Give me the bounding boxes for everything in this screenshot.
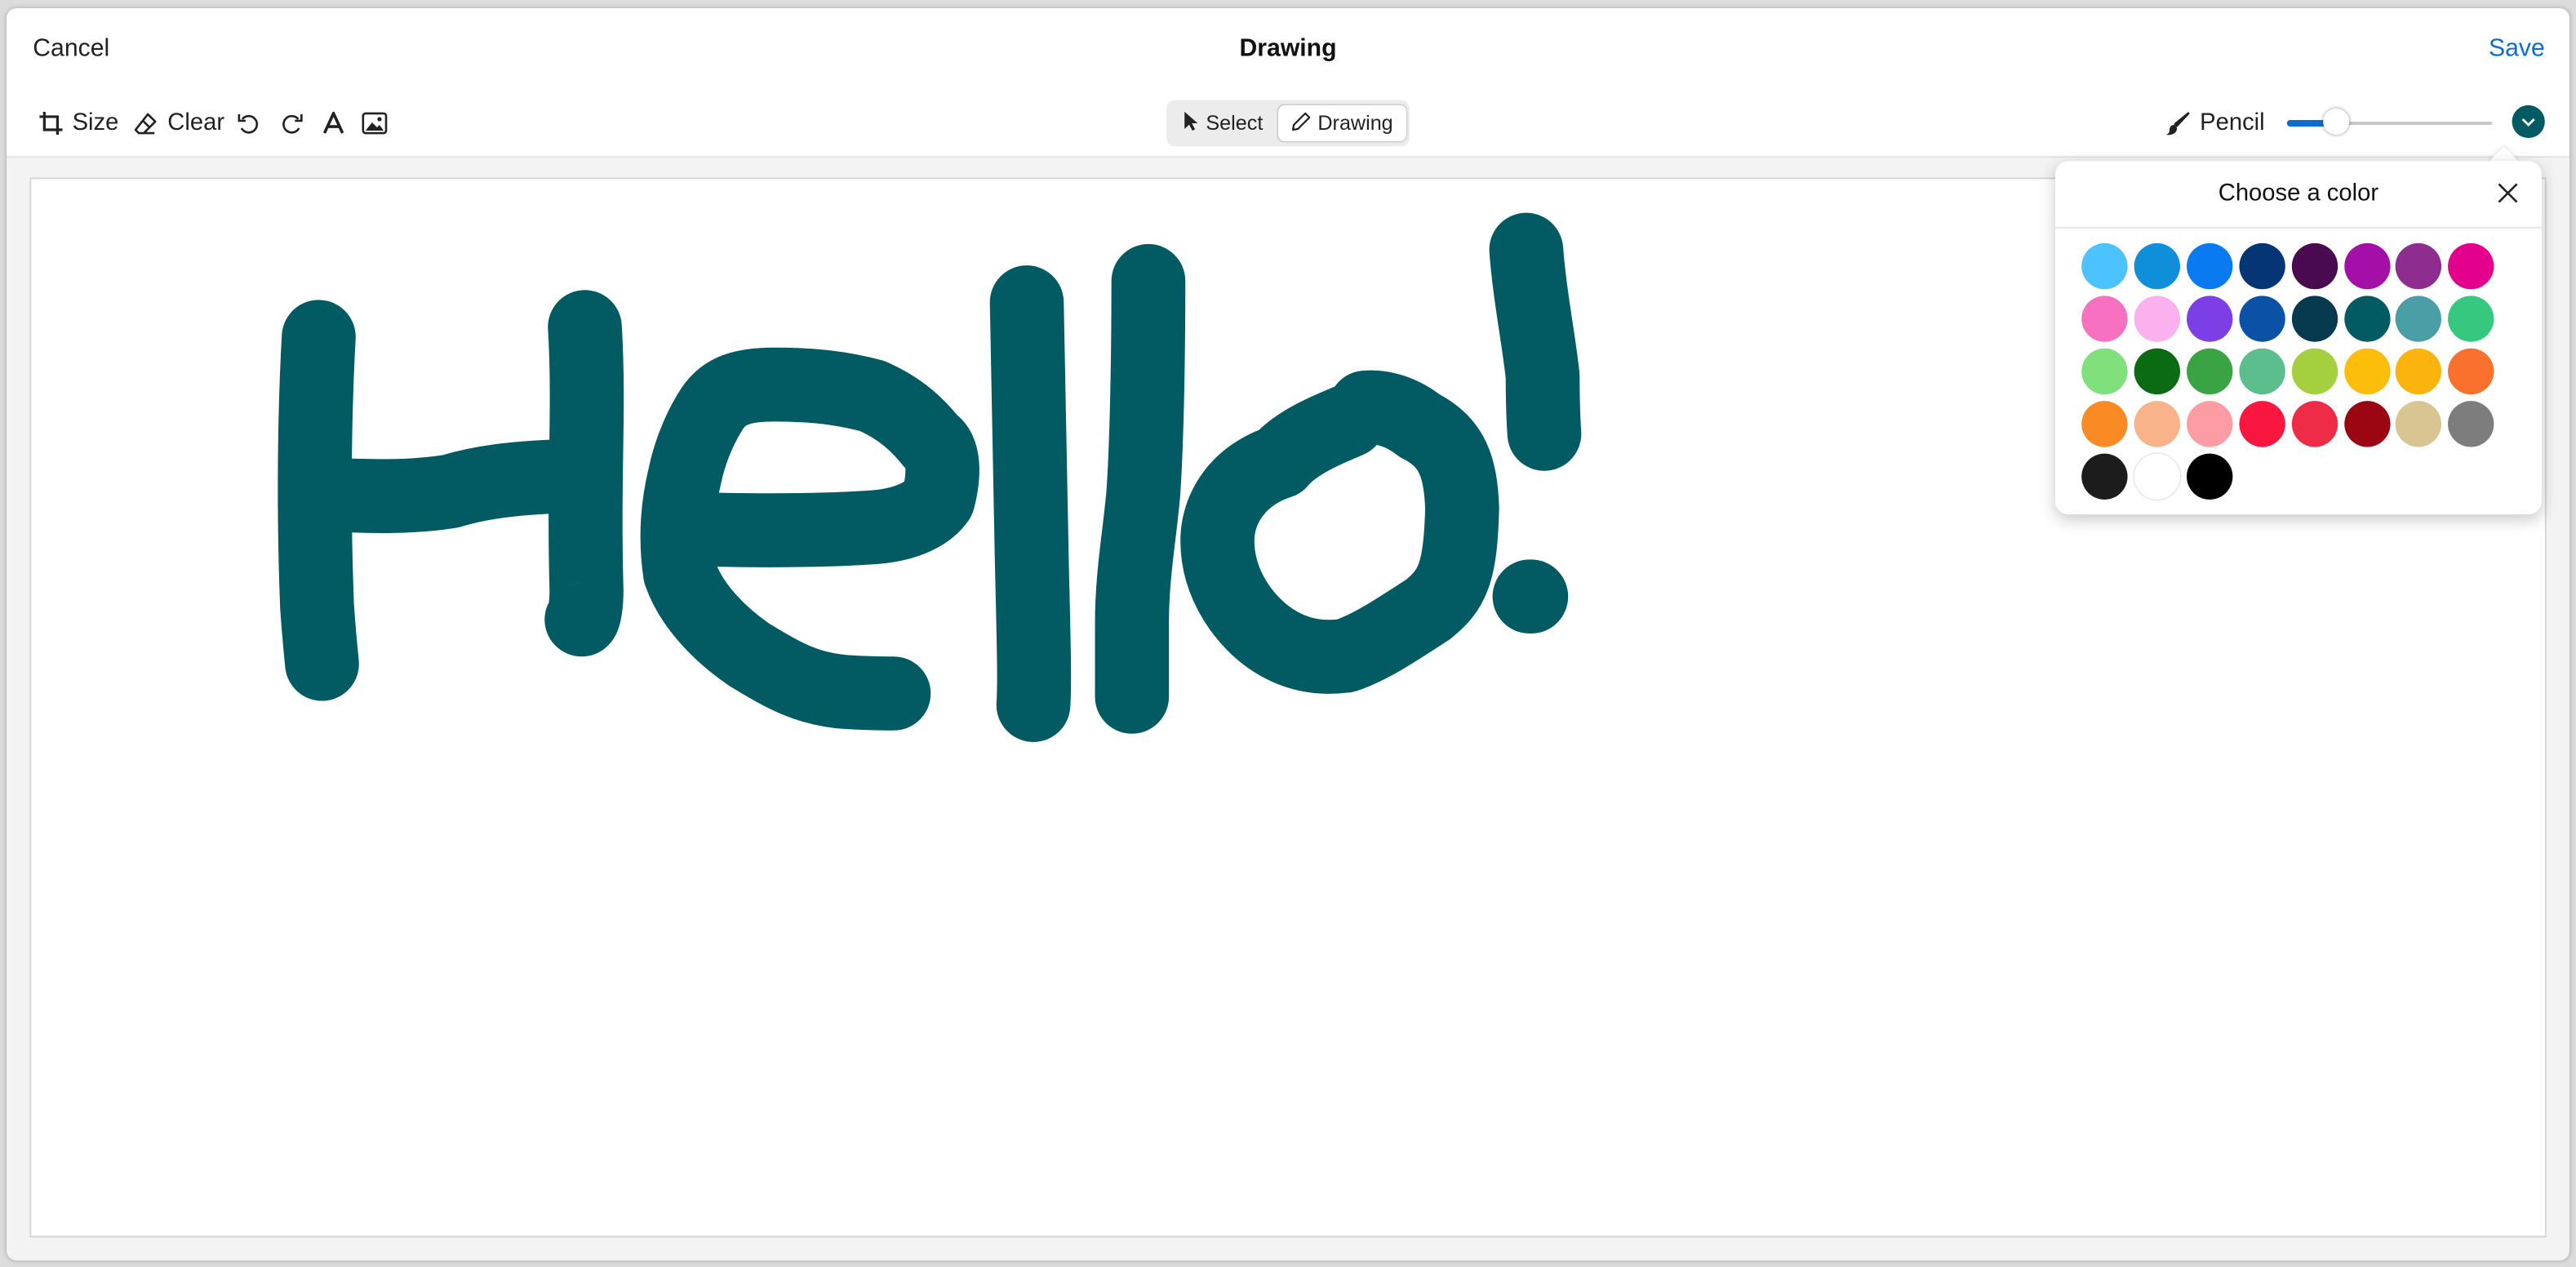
color-swatch[interactable] xyxy=(2448,296,2495,342)
color-swatch[interactable] xyxy=(2081,348,2128,394)
color-swatch[interactable] xyxy=(2134,400,2180,447)
stroke-e xyxy=(640,347,979,731)
color-swatch[interactable] xyxy=(2238,296,2285,342)
color-swatch[interactable] xyxy=(2291,296,2338,342)
color-swatch[interactable] xyxy=(2238,348,2285,394)
color-swatch[interactable] xyxy=(2343,400,2390,447)
color-swatch[interactable] xyxy=(2238,242,2285,290)
popover-divider xyxy=(2055,226,2542,229)
window-title: Drawing xyxy=(1239,34,1337,63)
color-swatch[interactable] xyxy=(2396,348,2442,394)
undo-icon xyxy=(237,111,261,136)
color-picker-popover: Choose a color xyxy=(2055,161,2542,515)
drawing-mode-label: Drawing xyxy=(1317,111,1393,136)
color-swatch[interactable] xyxy=(2343,242,2390,290)
color-swatch[interactable] xyxy=(2081,296,2128,342)
color-swatch[interactable] xyxy=(2448,348,2495,394)
size-label: Size xyxy=(72,109,119,137)
stroke-exclaim-line xyxy=(1489,212,1582,471)
toolbar: Size Clear Select Drawing Pencil xyxy=(7,90,2570,158)
stroke-h-bar xyxy=(290,439,607,534)
select-mode-label: Select xyxy=(1206,111,1264,136)
paintbrush-icon xyxy=(2165,111,2190,136)
brush-type-button[interactable]: Pencil xyxy=(2165,107,2265,140)
color-swatch[interactable] xyxy=(2291,400,2338,447)
slider-thumb[interactable] xyxy=(2323,108,2350,136)
stroke-l-2 xyxy=(1095,243,1186,734)
crop-icon xyxy=(39,111,63,136)
title-bar: Cancel Drawing Save xyxy=(7,8,2570,91)
close-icon xyxy=(2497,182,2518,210)
color-swatch[interactable] xyxy=(2081,242,2128,290)
redo-icon xyxy=(279,111,304,136)
color-swatch[interactable] xyxy=(2186,242,2232,290)
color-swatch[interactable] xyxy=(2186,452,2232,500)
color-swatch[interactable] xyxy=(2291,348,2338,394)
brush-type-label: Pencil xyxy=(2200,109,2265,137)
chevron-down-icon xyxy=(2520,107,2537,136)
color-swatch[interactable] xyxy=(2081,400,2128,447)
color-swatch[interactable] xyxy=(2134,452,2180,500)
color-swatch[interactable] xyxy=(2134,296,2180,342)
close-button[interactable] xyxy=(2497,182,2518,211)
mode-toggle: Select Drawing xyxy=(1166,100,1410,147)
drawing-mode-button[interactable]: Drawing xyxy=(1277,104,1406,142)
select-mode-button[interactable]: Select xyxy=(1183,105,1263,141)
stroke-l-1 xyxy=(989,265,1072,742)
color-swatch[interactable] xyxy=(2134,242,2180,290)
add-text-button[interactable] xyxy=(322,107,345,140)
color-swatch[interactable] xyxy=(2186,348,2232,394)
redo-button[interactable] xyxy=(279,107,304,140)
stroke-h-right xyxy=(544,290,624,657)
eraser-icon xyxy=(133,111,158,136)
color-picker-button[interactable] xyxy=(2512,104,2545,139)
clear-label: Clear xyxy=(167,109,225,137)
undo-button[interactable] xyxy=(237,107,261,140)
save-button[interactable]: Save xyxy=(2489,34,2545,62)
color-swatch[interactable] xyxy=(2081,452,2128,500)
drawing-window: Cancel Drawing Save Size Clear Select Dr… xyxy=(7,8,2570,1260)
clear-button[interactable]: Clear xyxy=(133,107,224,140)
image-icon xyxy=(362,112,388,135)
color-swatch[interactable] xyxy=(2396,296,2442,342)
color-swatch[interactable] xyxy=(2448,400,2495,447)
color-swatch[interactable] xyxy=(2134,348,2180,394)
color-swatch[interactable] xyxy=(2291,242,2338,290)
color-swatch[interactable] xyxy=(2448,242,2495,290)
size-button[interactable]: Size xyxy=(39,107,118,140)
color-swatch[interactable] xyxy=(2343,296,2390,342)
color-swatch[interactable] xyxy=(2396,400,2442,447)
pen-icon xyxy=(1291,111,1311,136)
stroke-o xyxy=(1180,370,1499,694)
color-swatch[interactable] xyxy=(2186,400,2232,447)
cursor-icon xyxy=(1183,110,1199,136)
insert-image-button[interactable] xyxy=(362,107,388,140)
color-swatch[interactable] xyxy=(2238,400,2285,447)
color-swatch[interactable] xyxy=(2396,242,2442,290)
text-icon xyxy=(322,111,345,135)
brush-size-slider[interactable] xyxy=(2286,108,2493,136)
color-swatch[interactable] xyxy=(2186,296,2232,342)
popover-title: Choose a color xyxy=(2218,180,2379,207)
color-swatch[interactable] xyxy=(2343,348,2390,394)
